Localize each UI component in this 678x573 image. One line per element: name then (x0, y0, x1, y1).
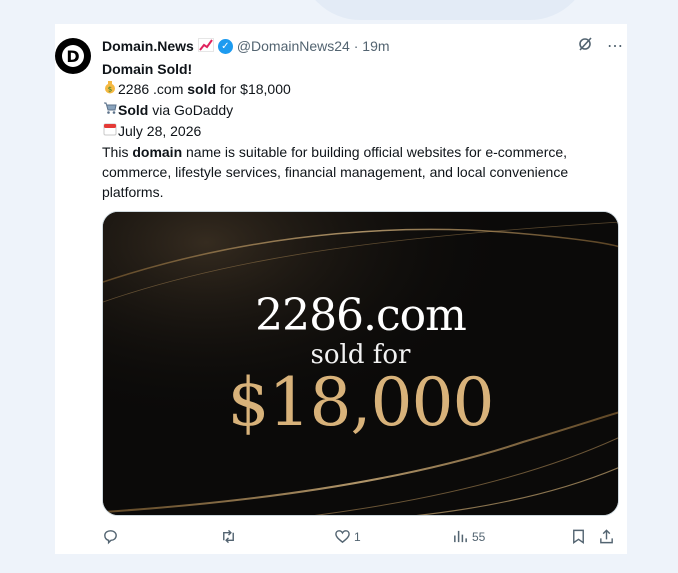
retweet-button[interactable] (220, 528, 240, 545)
text-line-2: $ 2286 .com sold for $18,000 (102, 79, 622, 100)
tweet-actions-bar: 1 55 (102, 528, 622, 552)
text-line-1: Domain Sold! (102, 61, 193, 77)
avatar[interactable]: D (55, 38, 91, 74)
views-button[interactable]: 55 (452, 528, 485, 545)
svg-text:$: $ (108, 86, 112, 94)
bookmark-icon (573, 529, 584, 544)
reply-button[interactable] (102, 528, 122, 545)
reply-icon (104, 530, 117, 545)
share-icon (600, 529, 613, 544)
background-decoration (300, 0, 590, 20)
tweet-header: Domain.News ✓ @DomainNews24 · 19m ⋯ (102, 36, 627, 56)
like-count: 1 (354, 529, 361, 544)
view-count: 55 (472, 529, 486, 544)
share-button[interactable] (598, 528, 615, 545)
views-icon (454, 530, 467, 543)
handle-and-time[interactable]: @DomainNews24 · 19m (237, 38, 390, 54)
shopping-cart-icon (102, 101, 118, 121)
display-name[interactable]: Domain.News (102, 38, 194, 54)
more-icon[interactable]: ⋯ (607, 36, 623, 57)
heart-icon (335, 530, 350, 544)
text-line-3: Sold via GoDaddy (102, 100, 622, 121)
text-line-4: July 28, 2026 (102, 121, 622, 142)
avatar-logo-icon: D (62, 45, 84, 67)
media-price-text: $18,000 (227, 364, 495, 441)
tweet-media-image[interactable]: 2286.com sold for $18,000 (102, 211, 619, 516)
tweet-card[interactable]: D Domain.News ✓ @DomainNews24 · 19m ⋯ Do… (55, 24, 627, 554)
like-button[interactable]: 1 (334, 528, 361, 545)
grok-icon[interactable] (577, 36, 593, 57)
verified-badge-icon: ✓ (217, 38, 233, 54)
calendar-icon (102, 122, 118, 142)
chart-increasing-icon (197, 37, 214, 55)
bookmark-button[interactable] (570, 528, 587, 545)
retweet-icon (223, 529, 234, 544)
media-domain-text: 2286.com (255, 290, 467, 341)
money-bag-icon: $ (102, 80, 118, 100)
header-actions: ⋯ (577, 36, 623, 57)
tweet-text: Domain Sold! $ 2286 .com sold for $18,00… (102, 59, 622, 202)
text-body: This domain name is suitable for buildin… (102, 144, 569, 200)
